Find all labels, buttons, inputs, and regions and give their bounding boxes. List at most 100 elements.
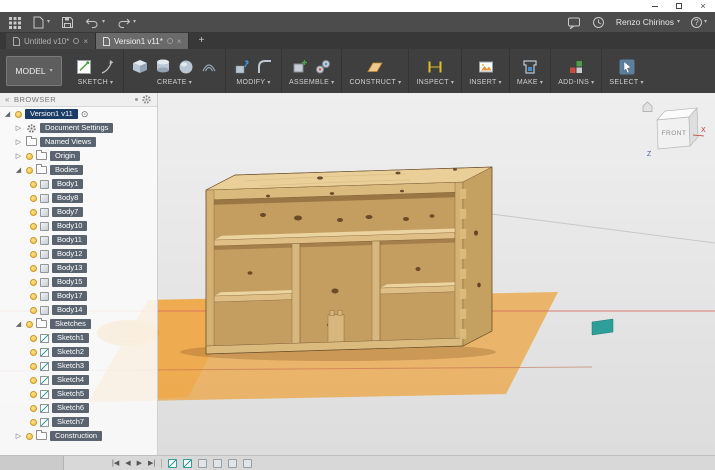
- visibility-bulb-icon[interactable]: [26, 432, 33, 440]
- body-row[interactable]: Body8: [0, 191, 157, 205]
- save-button[interactable]: [61, 16, 74, 29]
- visibility-bulb-icon[interactable]: [26, 320, 33, 328]
- print-3d-icon[interactable]: [521, 58, 539, 76]
- sketch-label[interactable]: Sketch3: [52, 361, 90, 371]
- body-row[interactable]: Body10: [0, 219, 157, 233]
- sketch-label[interactable]: Sketch4: [52, 375, 90, 385]
- home-icon[interactable]: [642, 101, 653, 112]
- visibility-bulb-icon[interactable]: [30, 376, 37, 384]
- box-icon[interactable]: [131, 58, 149, 76]
- sketch-label[interactable]: Sketch6: [52, 403, 90, 413]
- sketch-row[interactable]: Sketch7: [0, 415, 157, 429]
- group-label[interactable]: ASSEMBLE: [289, 79, 329, 86]
- node-label[interactable]: Sketches: [50, 319, 91, 329]
- visibility-bulb-icon[interactable]: [30, 250, 37, 258]
- body-row[interactable]: Body7: [0, 205, 157, 219]
- expand-icon[interactable]: ▷: [14, 125, 23, 132]
- maximize-button[interactable]: [667, 0, 691, 12]
- sketch-label[interactable]: Sketch2: [52, 347, 90, 357]
- expand-icon[interactable]: ▷: [14, 153, 23, 160]
- group-label[interactable]: SKETCH: [78, 79, 108, 86]
- press-pull-icon[interactable]: [233, 58, 251, 76]
- scripts-addins-icon[interactable]: [567, 58, 585, 76]
- expand-icon[interactable]: ▷: [14, 433, 23, 440]
- collapse-panel-icon[interactable]: «: [5, 95, 10, 104]
- sketch-row[interactable]: Sketch2: [0, 345, 157, 359]
- body-row[interactable]: Body14: [0, 303, 157, 317]
- group-label[interactable]: ADD-INS: [558, 79, 589, 86]
- group-label[interactable]: INSERT: [469, 79, 496, 86]
- close-button[interactable]: ×: [691, 0, 715, 12]
- tab-close-icon[interactable]: ×: [83, 37, 88, 46]
- visibility-bulb-icon[interactable]: [30, 390, 37, 398]
- visibility-bulb-icon[interactable]: [30, 362, 37, 370]
- body-label[interactable]: Body12: [52, 249, 88, 259]
- viewcube-face-label[interactable]: FRONT: [662, 130, 687, 137]
- node-label[interactable]: Bodies: [50, 165, 83, 175]
- workspace-selector[interactable]: MODEL ▾: [6, 56, 62, 86]
- browser-root-row[interactable]: ◢ Version1 v11 ⊙: [0, 107, 157, 121]
- group-label[interactable]: CONSTRUCT: [349, 79, 396, 86]
- node-label[interactable]: Document Settings: [40, 123, 114, 133]
- help-menu[interactable]: ? ▾: [690, 16, 707, 28]
- visibility-bulb-icon[interactable]: [30, 404, 37, 412]
- joint-icon[interactable]: [314, 58, 332, 76]
- body-label[interactable]: Body1: [52, 179, 84, 189]
- body-label[interactable]: Body13: [52, 263, 88, 273]
- timeline-go-end-button[interactable]: ▶|: [148, 459, 155, 467]
- visibility-bulb-icon[interactable]: [15, 110, 22, 118]
- tab-close-icon[interactable]: ×: [177, 37, 182, 46]
- sketch-row[interactable]: Sketch6: [0, 401, 157, 415]
- timeline-body-feature-icon[interactable]: [243, 458, 253, 468]
- body-label[interactable]: Body14: [52, 305, 88, 315]
- expand-icon[interactable]: ◢: [14, 321, 23, 328]
- data-panel-toggle[interactable]: [8, 16, 21, 29]
- expand-icon[interactable]: ▷: [14, 139, 23, 146]
- node-document-settings[interactable]: ▷ Document Settings: [0, 121, 157, 135]
- visibility-bulb-icon[interactable]: [30, 278, 37, 286]
- node-origin[interactable]: ▷ Origin: [0, 149, 157, 163]
- sketch-label[interactable]: Sketch7: [52, 417, 90, 427]
- browser-settings-button[interactable]: [135, 94, 152, 105]
- sketch-label[interactable]: Sketch1: [52, 333, 90, 343]
- node-sketches[interactable]: ◢ Sketches: [0, 317, 157, 331]
- body-row[interactable]: Body15: [0, 275, 157, 289]
- sketch-row[interactable]: Sketch1: [0, 331, 157, 345]
- body-row[interactable]: Body13: [0, 261, 157, 275]
- ground-icon[interactable]: ⊙: [81, 109, 89, 119]
- sketch-row[interactable]: Sketch4: [0, 373, 157, 387]
- body-row[interactable]: Body1: [0, 177, 157, 191]
- body-row[interactable]: Body11: [0, 233, 157, 247]
- coil-icon[interactable]: [200, 58, 218, 76]
- body-row[interactable]: Body12: [0, 247, 157, 261]
- node-label[interactable]: Named Views: [40, 137, 97, 147]
- fillet-icon[interactable]: [256, 58, 274, 76]
- node-construction[interactable]: ▷ Construction: [0, 429, 157, 443]
- node-label[interactable]: Origin: [50, 151, 81, 161]
- visibility-bulb-icon[interactable]: [30, 292, 37, 300]
- timeline-play-button[interactable]: ▶: [137, 459, 142, 467]
- timeline-go-start-button[interactable]: |◀: [112, 459, 119, 467]
- insert-canvas-icon[interactable]: [477, 58, 495, 76]
- new-component-icon[interactable]: [291, 58, 309, 76]
- visibility-bulb-icon[interactable]: [30, 194, 37, 202]
- visibility-bulb-icon[interactable]: [30, 334, 37, 342]
- small-teal-body[interactable]: [591, 318, 614, 336]
- construction-plane-icon[interactable]: [366, 58, 384, 76]
- sketch-row[interactable]: Sketch5: [0, 387, 157, 401]
- new-tab-button[interactable]: +: [189, 35, 213, 46]
- group-label[interactable]: CREATE: [157, 79, 187, 86]
- minimize-button[interactable]: [643, 0, 667, 12]
- group-label[interactable]: MAKE: [517, 79, 538, 86]
- undo-button[interactable]: ▾: [85, 16, 105, 29]
- select-cursor-icon[interactable]: [618, 58, 636, 76]
- group-label[interactable]: INSPECT: [416, 79, 448, 86]
- body-label[interactable]: Body17: [52, 291, 88, 301]
- visibility-bulb-icon[interactable]: [26, 166, 33, 174]
- create-sketch-icon[interactable]: [75, 58, 93, 76]
- timeline-body-feature-icon[interactable]: [198, 458, 208, 468]
- visibility-bulb-icon[interactable]: [30, 208, 37, 216]
- node-label[interactable]: Construction: [50, 431, 103, 441]
- visibility-bulb-icon[interactable]: [30, 264, 37, 272]
- measure-icon[interactable]: [426, 58, 444, 76]
